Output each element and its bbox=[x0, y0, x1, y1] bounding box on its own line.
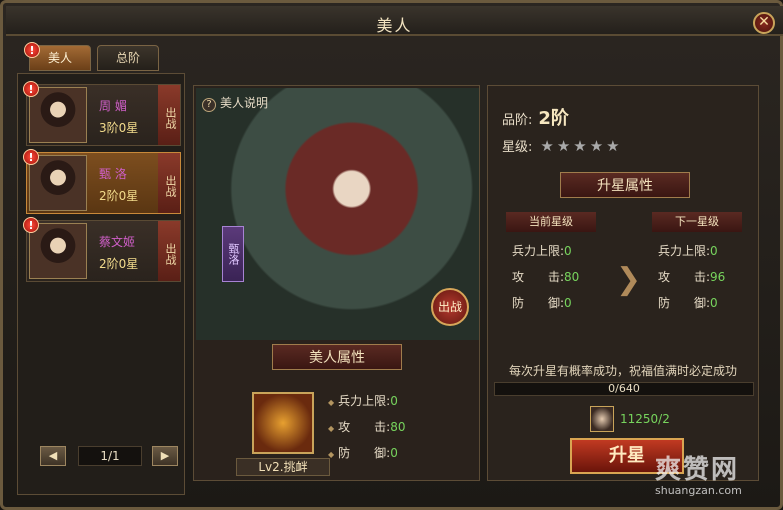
cost-text: 11250/2 bbox=[620, 412, 670, 426]
stat-value: 0 bbox=[710, 244, 718, 258]
tab-beauty[interactable]: ! 美人 bbox=[24, 42, 91, 71]
stat-row: 攻 击:80 bbox=[512, 268, 622, 294]
tab-label: 美人 bbox=[47, 51, 72, 65]
beauty-attributes-title: 美人属性 bbox=[272, 344, 402, 370]
game-window: 美人 ✕ ! 美人 总阶 ! 周 媚 3阶0星 出战 ! 甄 洛 2阶0星 出战… bbox=[0, 0, 783, 510]
page-indicator: 1/1 bbox=[78, 446, 142, 466]
next-page-button[interactable]: ▶ bbox=[152, 446, 178, 466]
stat-row: 攻 击:96 bbox=[658, 268, 768, 294]
hero-portrait bbox=[29, 87, 87, 143]
watermark-sub: shuangzan.com bbox=[655, 484, 742, 497]
window-title: 美人 bbox=[376, 16, 413, 35]
rank-value: 2阶 bbox=[538, 108, 569, 129]
hero-portrait bbox=[29, 155, 87, 211]
beauty-detail-panel: ? 美人说明 甄洛 出战 美人属性 Lv2.挑衅 ◆ 兵力上限:0 ◆ 攻 击:80 … bbox=[193, 85, 480, 481]
stat-label: 兵力上限: bbox=[658, 244, 711, 258]
bullet-icon: ◆ bbox=[328, 424, 335, 433]
alert-icon: ! bbox=[23, 217, 39, 233]
stat-label: 攻 击: bbox=[658, 270, 711, 284]
skill-label: Lv2.挑衅 bbox=[236, 458, 330, 476]
hero-list-panel: ! 周 媚 3阶0星 出战 ! 甄 洛 2阶0星 出战 ! 蔡文姬 2阶0星 出… bbox=[17, 73, 185, 495]
stat-value: 0 bbox=[390, 446, 398, 460]
beauty-info-link[interactable]: ? 美人说明 bbox=[202, 94, 268, 112]
pager: ◀ 1/1 ▶ bbox=[40, 446, 180, 468]
stat-label: 攻 击: bbox=[512, 270, 565, 284]
stat-row: 防 御:0 bbox=[658, 294, 768, 320]
hero-rank: 2阶0星 bbox=[99, 257, 139, 271]
beauty-stats: ◆ 兵力上限:0 ◆ 攻 击:80 ◆ 防 御:0 bbox=[328, 392, 468, 470]
help-icon: ? bbox=[202, 98, 216, 112]
stat-value: 96 bbox=[710, 270, 726, 284]
skill-icon[interactable] bbox=[252, 392, 314, 454]
deploy-button[interactable]: 出战 bbox=[431, 288, 469, 326]
star-label: 星级: bbox=[502, 140, 533, 155]
stat-row: ◆ 防 御:0 bbox=[328, 444, 468, 470]
hero-name: 甄 洛 bbox=[99, 167, 127, 181]
cost-item-icon bbox=[590, 406, 614, 432]
stat-label: 兵力上限: bbox=[512, 244, 565, 258]
current-star-title: 当前星级 bbox=[506, 212, 596, 232]
stat-value: 0 bbox=[710, 296, 718, 310]
close-button[interactable]: ✕ bbox=[753, 12, 775, 34]
tab-bar: ! 美人 总阶 bbox=[24, 42, 159, 71]
upgrade-description: 每次升星有概率成功，祝福值满时必定成功 bbox=[508, 364, 737, 378]
hero-rank: 3阶0星 bbox=[99, 121, 139, 135]
star-upgrade-panel: 品阶: 2阶 星级: ★★★★★ 升星属性 当前星级 下一星级 兵力上限:0 攻 击… bbox=[487, 85, 759, 481]
rank-row: 品阶: 2阶 bbox=[502, 104, 569, 130]
alert-icon: ! bbox=[23, 81, 39, 97]
bullet-icon: ◆ bbox=[328, 450, 335, 459]
stat-value: 0 bbox=[564, 296, 572, 310]
beauty-name-tag: 甄洛 bbox=[222, 226, 244, 282]
stat-row: 兵力上限:0 bbox=[512, 242, 622, 268]
stat-row: 兵力上限:0 bbox=[658, 242, 768, 268]
next-stats: 兵力上限:0 攻 击:96 防 御:0 bbox=[658, 242, 768, 320]
title-bar: 美人 ✕ bbox=[6, 6, 783, 36]
watermark: 爽赞网 shuangzan.com bbox=[655, 449, 742, 497]
current-stats: 兵力上限:0 攻 击:80 防 御:0 bbox=[512, 242, 622, 320]
stat-label: 攻 击: bbox=[338, 420, 391, 434]
stat-label: 防 御: bbox=[512, 296, 565, 310]
deploy-tag[interactable]: 出战 bbox=[158, 221, 180, 281]
stat-label: 防 御: bbox=[338, 446, 391, 460]
stat-row: ◆ 兵力上限:0 bbox=[328, 392, 468, 418]
deploy-tag[interactable]: 出战 bbox=[158, 85, 180, 145]
hero-item[interactable]: ! 蔡文姬 2阶0星 出战 bbox=[23, 217, 181, 282]
stat-row: ◆ 攻 击:80 bbox=[328, 418, 468, 444]
hero-name: 周 媚 bbox=[99, 99, 127, 113]
arrow-right-icon: ❯ bbox=[616, 262, 642, 297]
stat-label: 兵力上限: bbox=[338, 394, 391, 408]
bullet-icon: ◆ bbox=[328, 398, 335, 407]
prev-page-button[interactable]: ◀ bbox=[40, 446, 66, 466]
star-row: 星级: ★★★★★ bbox=[502, 136, 623, 155]
alert-icon: ! bbox=[23, 149, 39, 165]
stat-label: 防 御: bbox=[658, 296, 711, 310]
stat-value: 0 bbox=[564, 244, 572, 258]
tab-label: 总阶 bbox=[115, 51, 140, 65]
beauty-artwork: ? 美人说明 甄洛 出战 bbox=[196, 88, 479, 340]
stat-value: 0 bbox=[390, 394, 398, 408]
blessing-progress-bar: 0/640 bbox=[494, 382, 754, 396]
rank-label: 品阶: bbox=[502, 113, 533, 128]
alert-icon: ! bbox=[24, 42, 40, 58]
hero-portrait bbox=[29, 223, 87, 279]
next-star-title: 下一星级 bbox=[652, 212, 742, 232]
stat-row: 防 御:0 bbox=[512, 294, 622, 320]
hero-item[interactable]: ! 甄 洛 2阶0星 出战 bbox=[23, 149, 181, 214]
deploy-tag[interactable]: 出战 bbox=[158, 153, 180, 213]
tab-total-rank[interactable]: 总阶 bbox=[97, 45, 159, 71]
star-rating-icons: ★★★★★ bbox=[540, 137, 623, 155]
hero-item[interactable]: ! 周 媚 3阶0星 出战 bbox=[23, 81, 181, 146]
watermark-main: 爽赞网 bbox=[655, 455, 740, 485]
hero-name: 蔡文姬 bbox=[99, 235, 136, 249]
star-attributes-title: 升星属性 bbox=[560, 172, 690, 198]
stat-value: 80 bbox=[390, 420, 406, 434]
stat-value: 80 bbox=[564, 270, 580, 284]
progress-text: 0/640 bbox=[608, 382, 640, 395]
info-link-label: 美人说明 bbox=[220, 96, 269, 110]
hero-rank: 2阶0星 bbox=[99, 189, 139, 203]
